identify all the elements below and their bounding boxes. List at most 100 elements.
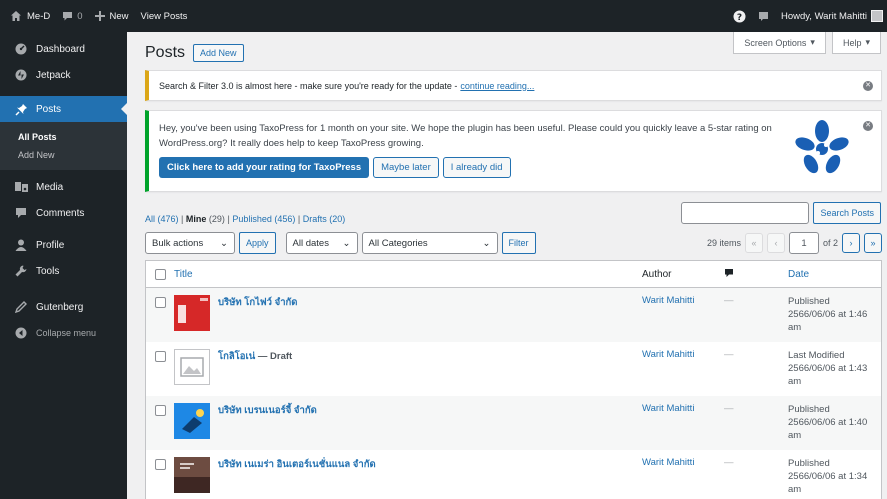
last-page-button[interactable]: » bbox=[864, 233, 882, 253]
posts-submenu: All Posts Add New bbox=[0, 122, 127, 170]
menu-label: Gutenberg bbox=[36, 301, 84, 313]
post-status: Published bbox=[788, 458, 830, 469]
post-date: 2566/06/06 at 1:46 am bbox=[788, 309, 868, 333]
title-column-header[interactable]: Title bbox=[174, 269, 642, 280]
menu-jetpack[interactable]: Jetpack bbox=[0, 62, 127, 88]
title-cell: บริษัท โกไฟว์ จำกัด bbox=[174, 295, 642, 342]
category-filter-select[interactable]: All Categories ⌄ bbox=[361, 232, 498, 254]
post-title-link[interactable]: บริษัท โกไฟว์ จำกัด bbox=[218, 295, 297, 342]
dismiss-rating-notice-icon[interactable]: ✕ bbox=[863, 121, 873, 131]
post-thumbnail[interactable] bbox=[174, 403, 210, 439]
next-page-button[interactable]: › bbox=[842, 233, 860, 253]
menu-media[interactable]: Media bbox=[0, 174, 127, 200]
chevron-down-icon: ⌄ bbox=[342, 237, 351, 249]
view-posts-link[interactable]: View Posts bbox=[135, 0, 194, 32]
menu-profile[interactable]: Profile bbox=[0, 232, 127, 258]
author-link[interactable]: Warit Mahitti bbox=[642, 403, 722, 450]
add-new-post-button[interactable]: Add New bbox=[193, 44, 244, 62]
menu-gutenberg[interactable]: Gutenberg bbox=[0, 294, 127, 320]
post-status-views: All (476) | Mine (29) | Published (456) … bbox=[145, 214, 345, 224]
continue-reading-link[interactable]: continue reading... bbox=[460, 81, 534, 91]
row-checkbox[interactable] bbox=[154, 405, 166, 416]
first-page-button: « bbox=[744, 233, 763, 253]
page-title: Posts bbox=[145, 44, 186, 61]
separator: | bbox=[181, 214, 184, 224]
media-icon bbox=[14, 180, 28, 194]
add-rating-button[interactable]: Click here to add your rating for TaxoPr… bbox=[159, 157, 370, 178]
chevron-down-icon: ⌄ bbox=[220, 237, 228, 249]
help-circle-link[interactable]: ? bbox=[727, 0, 752, 32]
view-published-link[interactable]: Published (456) bbox=[232, 214, 295, 224]
main-content: Screen Options ▾ Help ▾ Posts Add New Se… bbox=[127, 32, 887, 499]
home-icon bbox=[10, 10, 22, 22]
author-link[interactable]: Warit Mahitti bbox=[642, 349, 722, 396]
already-did-button[interactable]: I already did bbox=[442, 157, 511, 178]
comments-link[interactable]: 0 bbox=[56, 0, 88, 32]
author-link[interactable]: Warit Mahitti bbox=[642, 457, 722, 499]
view-mine-link[interactable]: Mine (29) bbox=[186, 214, 225, 224]
menu-posts[interactable]: Posts bbox=[0, 96, 127, 122]
menu-dashboard[interactable]: Dashboard bbox=[0, 36, 127, 62]
comments-cell: — bbox=[724, 457, 734, 468]
menu-label: Profile bbox=[36, 239, 65, 251]
taxopress-logo-icon bbox=[793, 119, 851, 178]
notifications-link[interactable] bbox=[752, 0, 775, 32]
home-site-link[interactable]: Me-D bbox=[4, 0, 56, 32]
search-input[interactable] bbox=[681, 202, 810, 224]
select-all-checkbox[interactable] bbox=[154, 268, 166, 280]
screen-options-button[interactable]: Screen Options ▾ bbox=[733, 32, 826, 54]
comment-bubble-icon bbox=[62, 11, 73, 22]
avatar bbox=[871, 10, 883, 22]
menu-tools[interactable]: Tools bbox=[0, 258, 127, 284]
dismiss-notice-icon[interactable]: ✕ bbox=[863, 80, 873, 91]
date-filter-select[interactable]: All dates ⌄ bbox=[285, 232, 358, 254]
table-row: บริษัท เนเมร่า อินเตอร์เนชั่นแนล จำกัด W… bbox=[146, 450, 881, 499]
user-icon bbox=[14, 238, 28, 252]
title-cell: บริษัท เนเมร่า อินเตอร์เนชั่นแนล จำกัด bbox=[174, 457, 642, 499]
date-column-header[interactable]: Date bbox=[788, 269, 881, 280]
search-posts-button[interactable]: Search Posts bbox=[813, 202, 881, 224]
filter-button[interactable]: Filter bbox=[501, 232, 536, 254]
my-account-link[interactable]: Howdy, Warit Mahitti bbox=[775, 0, 887, 32]
new-content-link[interactable]: New bbox=[89, 0, 135, 32]
menu-label: Comments bbox=[36, 207, 85, 219]
submenu-all-posts[interactable]: All Posts bbox=[0, 128, 127, 146]
admin-sidebar: Dashboard Jetpack Posts All Posts Add Ne… bbox=[0, 32, 127, 499]
table-row: โกลิโอเน่ — Draft Warit Mahitti — Last M… bbox=[146, 342, 881, 396]
row-checkbox[interactable] bbox=[154, 351, 166, 362]
row-checkbox-cell bbox=[146, 349, 174, 396]
post-title-link[interactable]: บริษัท เบรนเนอร์จี้ จำกัด bbox=[218, 403, 317, 450]
post-thumbnail[interactable] bbox=[174, 457, 210, 493]
pen-icon bbox=[14, 300, 28, 314]
post-status: Last Modified bbox=[788, 350, 845, 361]
bulk-actions-select[interactable]: Bulk actions ⌄ bbox=[145, 232, 235, 254]
row-checkbox[interactable] bbox=[154, 459, 166, 470]
post-thumbnail[interactable] bbox=[174, 295, 210, 331]
image-placeholder-icon[interactable] bbox=[174, 349, 210, 385]
view-all-link[interactable]: All (476) bbox=[145, 214, 179, 224]
help-tab-button[interactable]: Help ▾ bbox=[831, 32, 881, 54]
bulk-actions-value: Bulk actions bbox=[152, 237, 204, 249]
maybe-later-button[interactable]: Maybe later bbox=[373, 157, 439, 178]
view-drafts-link[interactable]: Drafts (20) bbox=[303, 214, 346, 224]
apply-button[interactable]: Apply bbox=[239, 232, 276, 254]
author-link[interactable]: Warit Mahitti bbox=[642, 295, 722, 342]
collapse-menu-button[interactable]: Collapse menu bbox=[0, 320, 127, 346]
menu-label: Dashboard bbox=[36, 43, 85, 55]
separator: | bbox=[297, 214, 301, 224]
post-title-link[interactable]: บริษัท เนเมร่า อินเตอร์เนชั่นแนล จำกัด bbox=[218, 457, 376, 499]
date-cell: Published 2566/06/06 at 1:34 am bbox=[788, 457, 881, 499]
category-filter-value: All Categories bbox=[368, 237, 428, 249]
submenu-add-new[interactable]: Add New bbox=[0, 146, 127, 164]
search-filter-notice: Search & Filter 3.0 is almost here - mak… bbox=[145, 70, 882, 101]
rating-notice-actions: Click here to add your rating for TaxoPr… bbox=[159, 157, 871, 178]
current-page-input[interactable]: 1 bbox=[788, 232, 819, 254]
post-date: 2566/06/06 at 1:34 am bbox=[788, 471, 868, 495]
chat-icon bbox=[758, 11, 769, 22]
menu-comments[interactable]: Comments bbox=[0, 200, 127, 226]
post-title-link[interactable]: โกลิโอเน่ bbox=[218, 351, 255, 362]
row-checkbox[interactable] bbox=[154, 297, 166, 308]
comments-cell: — bbox=[724, 403, 734, 414]
title-cell: บริษัท เบรนเนอร์จี้ จำกัด bbox=[174, 403, 642, 450]
help-circle-icon: ? bbox=[733, 10, 746, 23]
